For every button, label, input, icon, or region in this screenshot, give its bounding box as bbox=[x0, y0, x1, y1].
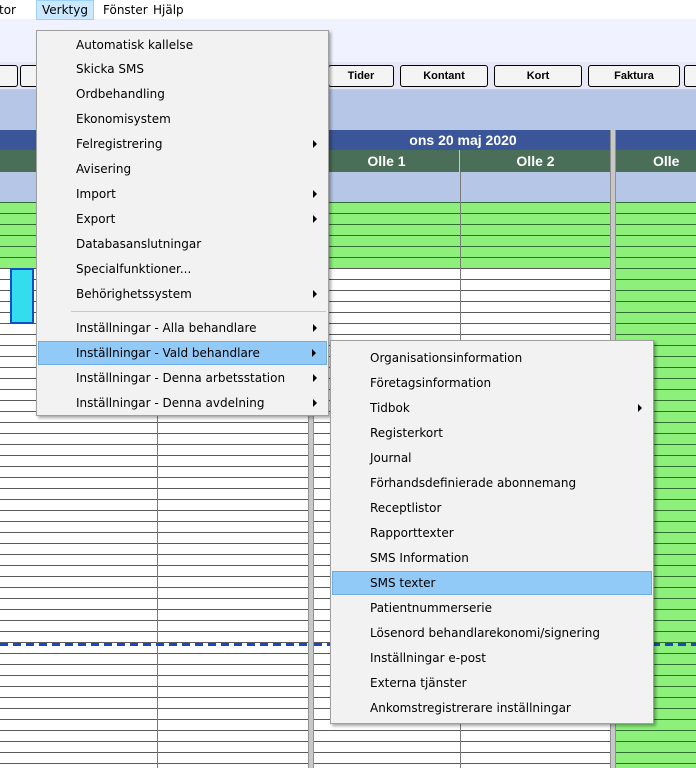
menu-item-label: Inställningar - Denna avdelning bbox=[76, 396, 265, 410]
submenu-item-rapporttexter[interactable]: Rapporttexter bbox=[332, 521, 652, 545]
submenu-arrow-icon bbox=[313, 374, 317, 382]
menu-item-installningar-vald-behandlare[interactable]: Inställningar - Vald behandlare bbox=[38, 341, 327, 365]
day-header-next bbox=[616, 130, 696, 150]
menu-item-behorighetssystem[interactable]: Behörighetssystem bbox=[38, 282, 327, 306]
tider-button[interactable]: Tider bbox=[328, 65, 394, 87]
menu-item-export[interactable]: Export bbox=[38, 207, 327, 231]
menu-item-label: Inställningar - Denna arbetsstation bbox=[76, 371, 286, 385]
toolbar-button-1[interactable] bbox=[0, 65, 18, 87]
menu-item-installningar-denna-avdelning[interactable]: Inställningar - Denna avdelning bbox=[38, 391, 327, 415]
booking-block[interactable] bbox=[10, 268, 34, 324]
submenu-arrow-icon bbox=[313, 140, 317, 148]
menu-item-installningar-alla-behandlare[interactable]: Inställningar - Alla behandlare bbox=[38, 316, 327, 340]
menu-bar: tor Verktyg Fönster Hjälp bbox=[0, 0, 696, 20]
time-ruler bbox=[616, 172, 696, 202]
menu-item-label: Inställningar - Vald behandlare bbox=[76, 346, 260, 360]
resource-header-next[interactable]: Olle bbox=[616, 150, 696, 172]
menu-fonster[interactable]: Fönster bbox=[98, 0, 153, 20]
submenu-item-forhandsdefinierade-abonnemang[interactable]: Förhandsdefinierade abonnemang bbox=[332, 471, 652, 495]
submenu-item-ankomstregistrerare-installningar[interactable]: Ankomstregistrerare inställningar bbox=[332, 696, 652, 720]
submenu-item-journal[interactable]: Journal bbox=[332, 446, 652, 470]
menu-verktyg[interactable]: Verktyg bbox=[36, 0, 94, 20]
kort-button[interactable]: Kort bbox=[494, 65, 582, 87]
installningar-vald-behandlare-submenu: Organisationsinformation Företagsinforma… bbox=[330, 340, 654, 724]
submenu-arrow-icon bbox=[313, 190, 317, 198]
toolbar-button-more[interactable] bbox=[684, 65, 696, 87]
submenu-arrow-icon bbox=[312, 349, 316, 357]
submenu-arrow-icon bbox=[313, 324, 317, 332]
kontant-button[interactable]: Kontant bbox=[400, 65, 488, 87]
submenu-item-sms-texter[interactable]: SMS texter bbox=[332, 571, 652, 595]
menu-item-avisering[interactable]: Avisering bbox=[38, 157, 327, 181]
menu-item-label: Import bbox=[76, 187, 116, 201]
menu-separator bbox=[71, 311, 326, 312]
time-ruler bbox=[314, 172, 612, 202]
menu-item-skicka-sms[interactable]: Skicka SMS bbox=[38, 57, 327, 81]
submenu-item-registerkort[interactable]: Registerkort bbox=[332, 421, 652, 445]
submenu-item-sms-information[interactable]: SMS Information bbox=[332, 546, 652, 570]
menu-item-label: Inställningar - Alla behandlare bbox=[76, 321, 257, 335]
submenu-arrow-icon bbox=[638, 404, 642, 412]
menu-item-databasanslutningar[interactable]: Databasanslutningar bbox=[38, 232, 327, 256]
menu-item-label: Behörighetssystem bbox=[76, 287, 192, 301]
menu-item-import[interactable]: Import bbox=[38, 182, 327, 206]
submenu-arrow-icon bbox=[313, 290, 317, 298]
menu-item-automatisk-kallelse[interactable]: Automatisk kallelse bbox=[38, 33, 327, 57]
menu-item-ordbehandling[interactable]: Ordbehandling bbox=[38, 82, 327, 106]
submenu-item-patientnummerserie[interactable]: Patientnummerserie bbox=[332, 596, 652, 620]
day-header: ons 20 maj 2020 bbox=[314, 130, 612, 150]
menu-item-ekonomisystem[interactable]: Ekonomisystem bbox=[38, 107, 327, 131]
menu-tor[interactable]: tor bbox=[0, 0, 21, 20]
submenu-item-tidbok[interactable]: Tidbok bbox=[332, 396, 652, 420]
resource-header-olle-2[interactable]: Olle 2 bbox=[460, 150, 612, 172]
submenu-item-organisationsinformation[interactable]: Organisationsinformation bbox=[332, 346, 652, 370]
current-time-line bbox=[0, 643, 310, 646]
menu-hjalp[interactable]: Hjälp bbox=[148, 0, 189, 20]
resource-header-olle-1[interactable]: Olle 1 bbox=[314, 150, 460, 172]
faktura-button[interactable]: Faktura bbox=[588, 65, 680, 87]
submenu-item-foretagsinformation[interactable]: Företagsinformation bbox=[332, 371, 652, 395]
menu-item-label: Export bbox=[76, 212, 116, 226]
submenu-arrow-icon bbox=[313, 215, 317, 223]
menu-item-installningar-denna-arbetsstation[interactable]: Inställningar - Denna arbetsstation bbox=[38, 366, 327, 390]
submenu-arrow-icon bbox=[313, 399, 317, 407]
menu-item-label: Tidbok bbox=[370, 401, 410, 415]
submenu-item-receptlistor[interactable]: Receptlistor bbox=[332, 496, 652, 520]
submenu-item-losenord-behandlarekonomi[interactable]: Lösenord behandlarekonomi/signering bbox=[332, 621, 652, 645]
verktyg-menu: Automatisk kallelse Skicka SMS Ordbehand… bbox=[36, 30, 329, 416]
submenu-item-installningar-e-post[interactable]: Inställningar e-post bbox=[332, 646, 652, 670]
menu-item-felregistrering[interactable]: Felregistrering bbox=[38, 132, 327, 156]
free-slots-olle[interactable] bbox=[314, 202, 612, 268]
menu-item-label: Felregistrering bbox=[76, 137, 163, 151]
submenu-item-externa-tjanster[interactable]: Externa tjänster bbox=[332, 671, 652, 695]
menu-item-specialfunktioner[interactable]: Specialfunktioner... bbox=[38, 257, 327, 281]
